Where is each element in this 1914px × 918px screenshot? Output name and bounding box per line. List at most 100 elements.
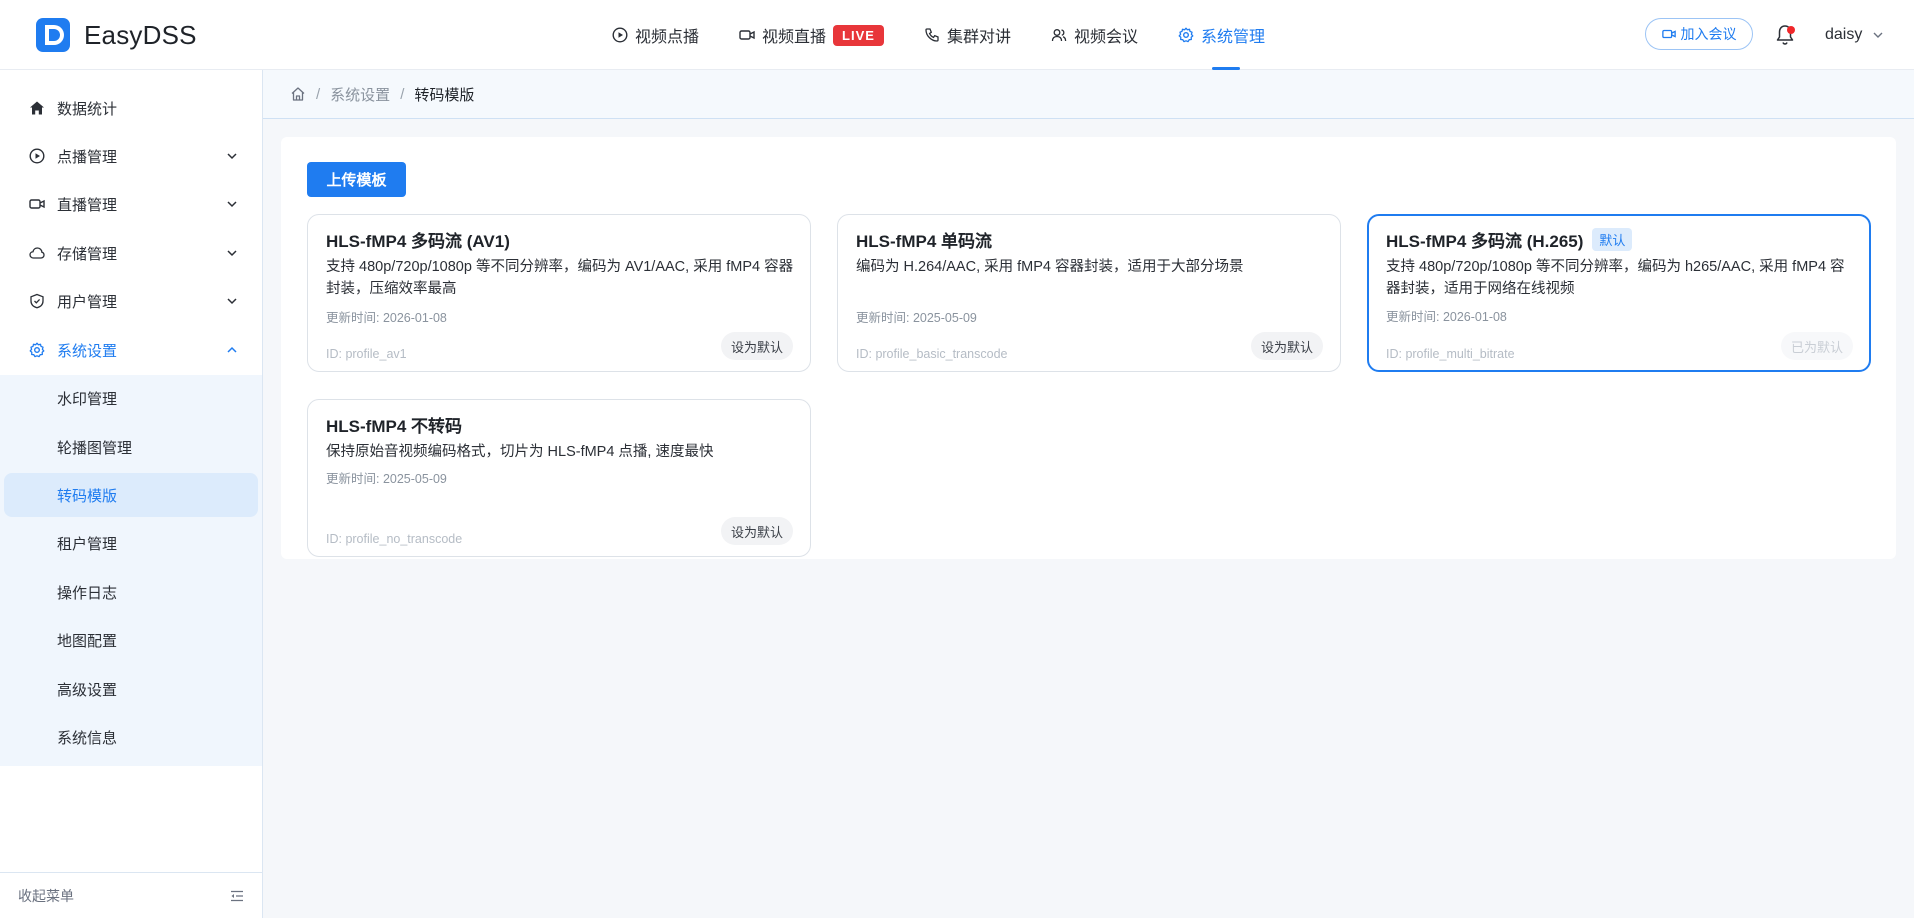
card-description: 编码为 H.264/AAC, 采用 fMP4 容器封装，适用于大部分场景 (856, 259, 1244, 275)
template-card-h265[interactable]: HLS-fMP4 多码流 (H.265) 默认 支持 480p/720p/108… (1367, 214, 1871, 372)
sidebar: 数据统计 点播管理 直播管理 存储管理 用户管理 系统设置 水印管理 轮播图管理… (0, 70, 263, 918)
submenu-item-label: 操作日志 (57, 584, 118, 602)
card-update-time: 更新时间: 2025-05-09 (856, 311, 977, 325)
gear-icon (1178, 27, 1194, 43)
submenu-item-carousel[interactable]: 轮播图管理 (4, 425, 258, 469)
shield-icon (30, 293, 44, 309)
upload-template-button[interactable]: 上传模板 (307, 162, 406, 197)
app-logo[interactable]: EasyDSS (36, 16, 197, 54)
join-meeting-button[interactable]: 加入会议 (1645, 18, 1753, 50)
cloud-icon (29, 247, 45, 259)
sidebar-item-users[interactable]: 用户管理 (0, 279, 262, 323)
sidebar-item-settings[interactable]: 系统设置 (0, 328, 262, 372)
submenu-item-label: 高级设置 (57, 681, 118, 699)
nav-item-vod[interactable]: 视频点播 (612, 0, 699, 70)
gear-icon (29, 342, 45, 358)
top-bar: EasyDSS 视频点播 视频直播 LIVE 集群对讲 视频会议 系统管理 加入… (0, 0, 1914, 70)
play-circle-icon (612, 27, 628, 43)
user-name: daisy (1825, 26, 1863, 43)
user-menu[interactable]: daisy (1825, 0, 1884, 70)
card-title-text: HLS-fMP4 单码流 (856, 232, 992, 251)
submenu-item-tenant[interactable]: 租户管理 (4, 521, 258, 565)
nav-item-live[interactable]: 视频直播 LIVE (739, 0, 884, 70)
sidebar-item-label: 直播管理 (57, 196, 118, 214)
template-card-av1[interactable]: HLS-fMP4 多码流 (AV1) 支持 480p/720p/1080p 等不… (307, 214, 811, 372)
play-circle-icon (29, 148, 45, 164)
sidebar-item-stats[interactable]: 数据统计 (0, 86, 262, 130)
nav-item-meeting[interactable]: 视频会议 (1051, 0, 1138, 70)
default-tag: 默认 (1592, 228, 1633, 251)
nav-label: 系统管理 (1200, 29, 1265, 46)
sidebar-item-live[interactable]: 直播管理 (0, 182, 262, 226)
submenu-item-map-config[interactable]: 地图配置 (4, 618, 258, 662)
sidebar-item-vod[interactable]: 点播管理 (0, 134, 262, 178)
menu-fold-icon (231, 890, 243, 901)
submenu-item-system-info[interactable]: 系统信息 (4, 715, 258, 759)
chevron-down-icon (227, 250, 237, 257)
submenu-item-label: 系统信息 (57, 729, 118, 747)
live-badge: LIVE (833, 24, 884, 46)
sidebar-item-label: 存储管理 (57, 245, 118, 263)
home-icon (30, 101, 44, 115)
settings-submenu: 水印管理 轮播图管理 转码模版 租户管理 操作日志 地图配置 高级设置 系统信息 (0, 375, 262, 766)
nav-label: 集群对讲 (946, 29, 1011, 46)
collapse-menu-button[interactable]: 收起菜单 (0, 872, 262, 918)
card-description: 支持 480p/720p/1080p 等不同分辨率，编码为 AV1/AAC, 采… (326, 259, 794, 297)
submenu-item-watermark[interactable]: 水印管理 (4, 376, 258, 420)
home-icon[interactable] (290, 86, 306, 102)
already-default-button: 已为默认 (1781, 332, 1853, 360)
template-card-no-transcode[interactable]: HLS-fMP4 不转码 保持原始音视频编码格式，切片为 HLS-fMP4 点播… (307, 399, 811, 557)
set-default-button[interactable]: 设为默认 (1251, 332, 1323, 360)
sidebar-item-label: 系统设置 (57, 342, 118, 360)
chevron-up-icon (227, 346, 237, 353)
card-title-text: HLS-fMP4 多码流 (AV1) (326, 232, 510, 251)
submenu-item-label: 租户管理 (57, 535, 118, 553)
nav-label: 视频会议 (1073, 29, 1138, 46)
phone-icon (925, 28, 939, 42)
submenu-item-transcode-template[interactable]: 转码模版 (4, 473, 258, 517)
submenu-item-label: 水印管理 (57, 390, 118, 408)
card-title: HLS-fMP4 不转码 (326, 412, 462, 437)
nav-item-intercom[interactable]: 集群对讲 (924, 0, 1011, 70)
card-update-time: 更新时间: 2026-01-08 (1386, 310, 1507, 324)
card-title: HLS-fMP4 单码流 (856, 227, 992, 252)
submenu-item-advanced[interactable]: 高级设置 (4, 667, 258, 711)
breadcrumb: / 系统设置 / 转码模版 (263, 70, 1914, 119)
card-title: HLS-fMP4 多码流 (H.265) 默认 (1386, 227, 1633, 252)
notification-dot (1787, 26, 1795, 34)
chevron-down-icon (1873, 32, 1883, 38)
easydss-logo-icon (36, 18, 70, 52)
breadcrumb-item-settings[interactable]: 系统设置 (330, 84, 390, 105)
sidebar-item-label: 点播管理 (57, 148, 118, 166)
top-nav: 视频点播 视频直播 LIVE 集群对讲 视频会议 系统管理 (612, 0, 1305, 70)
chevron-down-icon (227, 201, 237, 208)
video-camera-icon (29, 199, 45, 209)
submenu-item-operation-log[interactable]: 操作日志 (4, 570, 258, 614)
card-update-time: 更新时间: 2025-05-09 (326, 472, 447, 486)
card-title-text: HLS-fMP4 不转码 (326, 417, 462, 436)
nav-label: 视频直播 (762, 29, 827, 46)
submenu-item-label: 地图配置 (57, 632, 118, 650)
card-title-text: HLS-fMP4 多码流 (H.265) (1386, 232, 1584, 251)
nav-item-system[interactable]: 系统管理 (1178, 0, 1265, 70)
sidebar-item-label: 数据统计 (57, 100, 118, 118)
set-default-button[interactable]: 设为默认 (721, 517, 793, 545)
breadcrumb-separator: / (400, 85, 405, 103)
submenu-item-label: 转码模版 (57, 487, 118, 505)
video-camera-icon (739, 30, 755, 40)
chevron-down-icon (227, 153, 237, 160)
video-camera-icon (1661, 29, 1676, 39)
template-card-basic[interactable]: HLS-fMP4 单码流 编码为 H.264/AAC, 采用 fMP4 容器封装… (837, 214, 1341, 372)
nav-label: 视频点播 (635, 29, 700, 46)
card-profile-id: ID: profile_basic_transcode (856, 347, 1008, 361)
submenu-item-label: 轮播图管理 (57, 439, 133, 457)
app-name: EasyDSS (84, 19, 197, 50)
card-update-time: 更新时间: 2026-01-08 (326, 311, 447, 325)
join-meeting-label: 加入会议 (1680, 26, 1737, 42)
card-profile-id: ID: profile_multi_bitrate (1386, 347, 1515, 361)
set-default-button[interactable]: 设为默认 (721, 332, 793, 360)
sidebar-item-storage[interactable]: 存储管理 (0, 231, 262, 275)
sidebar-item-label: 用户管理 (57, 293, 118, 311)
card-profile-id: ID: profile_no_transcode (326, 532, 463, 546)
card-title: HLS-fMP4 多码流 (AV1) (326, 227, 510, 252)
